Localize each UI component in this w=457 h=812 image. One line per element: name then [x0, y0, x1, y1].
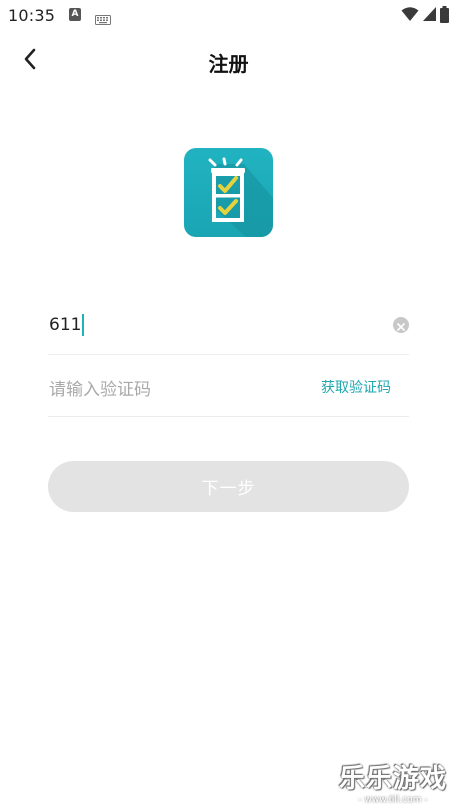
get-code-button[interactable]: 获取验证码 [321, 377, 391, 397]
watermark-url: - www.6ll.com - [358, 795, 428, 805]
cell-signal-icon [422, 6, 437, 26]
header: 注册 [0, 32, 457, 90]
watermark: 乐乐游戏 - www.6ll.com - [335, 764, 451, 806]
page-title: 注册 [208, 52, 249, 76]
wifi-icon [401, 6, 419, 26]
next-step-button[interactable]: 下一步 [48, 461, 409, 512]
watermark-title: 乐乐游戏 [338, 764, 447, 794]
clipboard-check-icon [208, 157, 273, 237]
status-time: 10:35 [8, 6, 56, 25]
keyboard-icon [95, 10, 111, 29]
clear-input-button[interactable] [393, 317, 409, 333]
verification-code-row[interactable]: 请输入验证码 获取验证码 [48, 356, 409, 417]
status-right-icons [401, 5, 449, 27]
battery-icon [440, 5, 449, 27]
text-cursor [82, 314, 85, 336]
phone-input-row[interactable]: 611 [48, 294, 409, 355]
status-bar: 10:35 A [0, 0, 457, 32]
close-icon [397, 316, 405, 335]
phone-input[interactable]: 611 [49, 314, 85, 336]
app-logo [184, 148, 273, 237]
phone-input-value: 611 [49, 315, 82, 335]
a-notification-icon: A [69, 8, 81, 21]
verification-code-input[interactable]: 请输入验证码 [49, 375, 151, 400]
